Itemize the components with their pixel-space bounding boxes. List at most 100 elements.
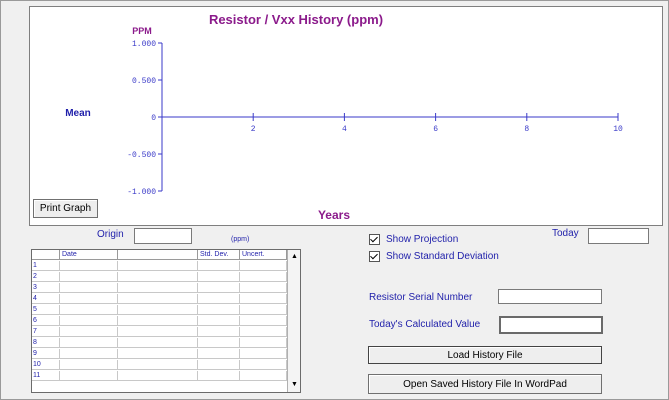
table-cell[interactable] <box>240 371 287 381</box>
origin-input[interactable] <box>134 228 192 244</box>
column-header-uncert: Uncert. <box>240 250 287 260</box>
row-number-cell: 9 <box>32 349 60 359</box>
table-cell[interactable] <box>60 305 118 315</box>
table-row[interactable]: 10 <box>32 360 300 370</box>
open-wordpad-button[interactable]: Open Saved History File In WordPad <box>368 374 602 394</box>
table-row[interactable]: 6 <box>32 316 300 326</box>
row-number-cell: 2 <box>32 272 60 282</box>
history-data-table[interactable]: Date Std. Dev. Uncert. 1 2 3 4 5 6 7 8 9 10 11 ▲ ▼ <box>31 249 301 393</box>
ppm-label: (ppm) <box>231 236 250 243</box>
calculated-value-input[interactable] <box>499 316 603 334</box>
table-cell[interactable] <box>240 272 287 282</box>
table-cell[interactable] <box>118 349 198 359</box>
table-cell[interactable] <box>118 283 198 293</box>
table-cell[interactable] <box>118 371 198 381</box>
table-cell[interactable] <box>240 316 287 326</box>
chart-title: Resistor / Vxx History (ppm) <box>209 12 383 27</box>
table-cell[interactable] <box>118 305 198 315</box>
column-header-value <box>118 250 198 260</box>
application-window: Resistor / Vxx History (ppm) PPM Mean Ye… <box>0 0 669 400</box>
table-scrollbar[interactable]: ▲ ▼ <box>287 250 300 392</box>
table-cell[interactable] <box>118 327 198 337</box>
row-number-cell: 8 <box>32 338 60 348</box>
serial-number-input[interactable] <box>498 289 602 304</box>
table-cell[interactable] <box>198 261 240 271</box>
table-cell[interactable] <box>118 294 198 304</box>
table-cell[interactable] <box>240 338 287 348</box>
table-cell[interactable] <box>198 316 240 326</box>
table-cell[interactable] <box>118 261 198 271</box>
column-header-std-dev: Std. Dev. <box>198 250 240 260</box>
table-cell[interactable] <box>118 338 198 348</box>
table-cell[interactable] <box>240 261 287 271</box>
serial-number-label: Resistor Serial Number <box>369 292 473 303</box>
table-cell[interactable] <box>198 327 240 337</box>
table-cell[interactable] <box>60 327 118 337</box>
table-cell[interactable] <box>198 349 240 359</box>
table-cell[interactable] <box>240 349 287 359</box>
table-row[interactable]: 4 <box>32 294 300 304</box>
table-row[interactable]: 2 <box>32 272 300 282</box>
row-number-cell: 1 <box>32 261 60 271</box>
table-cell[interactable] <box>60 371 118 381</box>
table-cell[interactable] <box>198 283 240 293</box>
table-cell[interactable] <box>60 261 118 271</box>
table-cell[interactable] <box>198 338 240 348</box>
table-row[interactable]: 11 <box>32 371 300 381</box>
table-cell[interactable] <box>60 360 118 370</box>
load-history-file-button[interactable]: Load History File <box>368 346 602 364</box>
table-cell[interactable] <box>198 360 240 370</box>
table-row[interactable]: 9 <box>32 349 300 359</box>
table-cell[interactable] <box>198 294 240 304</box>
table-row[interactable]: 3 <box>32 283 300 293</box>
y-tick-label: -0.500 <box>127 151 156 160</box>
table-row[interactable]: 7 <box>32 327 300 337</box>
x-axis-label: Years <box>318 208 350 222</box>
scroll-down-icon[interactable]: ▼ <box>289 379 300 390</box>
table-cell[interactable] <box>118 360 198 370</box>
table-cell[interactable] <box>240 283 287 293</box>
y-tick-label: 0 <box>151 114 156 123</box>
table-cell[interactable] <box>60 283 118 293</box>
show-projection-checkbox[interactable]: Show Projection <box>369 234 458 245</box>
calculated-value-label: Today's Calculated Value <box>369 319 481 330</box>
table-row[interactable]: 8 <box>32 338 300 348</box>
x-tick-label: 6 <box>433 125 438 134</box>
table-row[interactable]: 1 <box>32 261 300 271</box>
row-number-header <box>32 250 60 260</box>
table-cell[interactable] <box>118 316 198 326</box>
scroll-up-icon[interactable]: ▲ <box>289 251 300 262</box>
table-cell[interactable] <box>240 360 287 370</box>
table-cell[interactable] <box>60 316 118 326</box>
row-number-cell: 11 <box>32 371 60 381</box>
table-cell[interactable] <box>60 349 118 359</box>
history-chart: Resistor / Vxx History (ppm) PPM Mean Ye… <box>65 12 623 222</box>
table-cell[interactable] <box>118 272 198 282</box>
table-row[interactable]: 5 <box>32 305 300 315</box>
y-tick-label: -1.000 <box>127 188 156 197</box>
x-tick-label: 2 <box>251 125 256 134</box>
table-cell[interactable] <box>60 272 118 282</box>
table-cell[interactable] <box>198 272 240 282</box>
x-tick-label: 8 <box>524 125 529 134</box>
show-std-dev-checkbox[interactable]: Show Standard Deviation <box>369 251 499 262</box>
print-graph-button[interactable]: Print Graph <box>33 199 98 218</box>
x-tick-label: 10 <box>613 125 623 134</box>
y-unit-label: PPM <box>132 26 152 36</box>
table-cell[interactable] <box>198 371 240 381</box>
table-cell[interactable] <box>240 305 287 315</box>
row-number-cell: 6 <box>32 316 60 326</box>
table-cell[interactable] <box>60 294 118 304</box>
row-number-cell: 4 <box>32 294 60 304</box>
table-cell[interactable] <box>198 305 240 315</box>
row-number-cell: 7 <box>32 327 60 337</box>
table-cell[interactable] <box>240 294 287 304</box>
table-cell[interactable] <box>240 327 287 337</box>
table-cell[interactable] <box>60 338 118 348</box>
today-input[interactable] <box>588 228 649 244</box>
row-number-cell: 5 <box>32 305 60 315</box>
history-graph-panel: Resistor / Vxx History (ppm) PPM Mean Ye… <box>29 6 663 226</box>
checkbox-checked-icon[interactable] <box>369 234 380 245</box>
y-axis-label: Mean <box>65 108 91 119</box>
checkbox-checked-icon[interactable] <box>369 251 380 262</box>
